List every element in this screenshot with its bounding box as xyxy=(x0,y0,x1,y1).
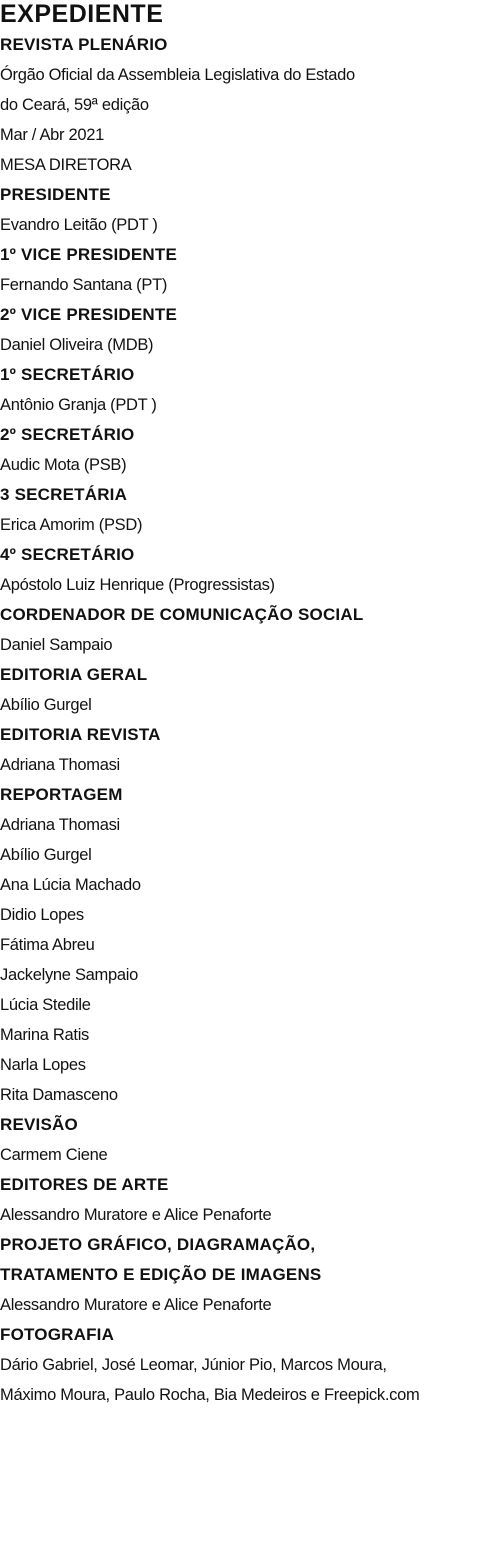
credits-list: REVISTA PLENÁRIO Órgão Oficial da Assembl… xyxy=(0,30,500,1410)
credit-heading: PRESIDENTE xyxy=(0,185,111,204)
credit-name: Abílio Gurgel xyxy=(0,696,92,714)
credit-name: Adriana Thomasi xyxy=(0,756,120,774)
credit-heading: REPORTAGEM xyxy=(0,785,123,804)
credit-text: Mar / Abr 2021 xyxy=(0,126,105,144)
credit-text: Fernando Santana (PT) xyxy=(0,276,168,294)
credit-text: Órgão Oficial da Assembleia Legislativa … xyxy=(0,66,355,84)
credit-text: Daniel Oliveira (MDB) xyxy=(0,336,154,354)
credit-name: Marina Ratis xyxy=(0,1026,90,1044)
credit-name: Didio Lopes xyxy=(0,906,84,924)
credit-heading: 4º SECRETÁRIO xyxy=(0,545,135,564)
credit-name: Jackelyne Sampaio xyxy=(0,966,138,984)
credit-name: Daniel Sampaio xyxy=(0,636,113,654)
expediente-page: EXPEDIENTE REVISTA PLENÁRIO Órgão Oficial… xyxy=(0,0,502,1552)
credit-name: Lúcia Stedile xyxy=(0,996,91,1014)
credit-name: Dário Gabriel, José Leomar, Júnior Pio, … xyxy=(0,1356,387,1374)
credit-heading: PROJETO GRÁFICO, DIAGRAMAÇÃO, xyxy=(0,1235,316,1254)
credit-heading: EDITORIA REVISTA xyxy=(0,725,161,744)
credit-name: Alessandro Muratore e Alice Penaforte xyxy=(0,1296,272,1314)
credit-name: Alessandro Muratore e Alice Penaforte xyxy=(0,1206,272,1224)
credit-heading: 2º SECRETÁRIO xyxy=(0,425,135,444)
credit-heading: EDITORES DE ARTE xyxy=(0,1175,169,1194)
credit-name: Ana Lúcia Machado xyxy=(0,876,141,894)
credit-name: Abílio Gurgel xyxy=(0,846,92,864)
credit-name: Fátima Abreu xyxy=(0,936,95,954)
page-title: EXPEDIENTE xyxy=(0,0,164,28)
credit-heading: 3 SECRETÁRIA xyxy=(0,485,128,504)
credit-name: Narla Lopes xyxy=(0,1056,86,1074)
credit-text: Evandro Leitão (PDT ) xyxy=(0,216,158,234)
credit-name: Rita Damasceno xyxy=(0,1086,118,1104)
credit-heading: CORDENADOR DE COMUNICAÇÃO SOCIAL xyxy=(0,605,364,624)
credit-heading: TRATAMENTO E EDIÇÃO DE IMAGENS xyxy=(0,1265,322,1284)
credit-heading: 1º SECRETÁRIO xyxy=(0,365,135,384)
credit-heading: FOTOGRAFIA xyxy=(0,1325,115,1344)
credit-heading: REVISÃO xyxy=(0,1115,78,1134)
credit-name: Carmem Ciene xyxy=(0,1146,108,1164)
credit-text: Audic Mota (PSB) xyxy=(0,456,127,474)
credit-text: do Ceará, 59ª edição xyxy=(0,96,149,114)
credit-name: Máximo Moura, Paulo Rocha, Bia Medeiros … xyxy=(0,1386,420,1404)
credit-heading: REVISTA PLENÁRIO xyxy=(0,35,168,54)
credit-heading: 2º VICE PRESIDENTE xyxy=(0,305,178,324)
credit-heading: 1º VICE PRESIDENTE xyxy=(0,245,178,264)
credit-text: Apóstolo Luiz Henrique (Progressistas) xyxy=(0,576,275,594)
credit-heading: EDITORIA GERAL xyxy=(0,665,148,684)
credit-text: MESA DIRETORA xyxy=(0,156,132,174)
credit-name: Adriana Thomasi xyxy=(0,816,120,834)
credit-text: Erica Amorim (PSD) xyxy=(0,516,143,534)
credit-text: Antônio Granja (PDT ) xyxy=(0,396,157,414)
